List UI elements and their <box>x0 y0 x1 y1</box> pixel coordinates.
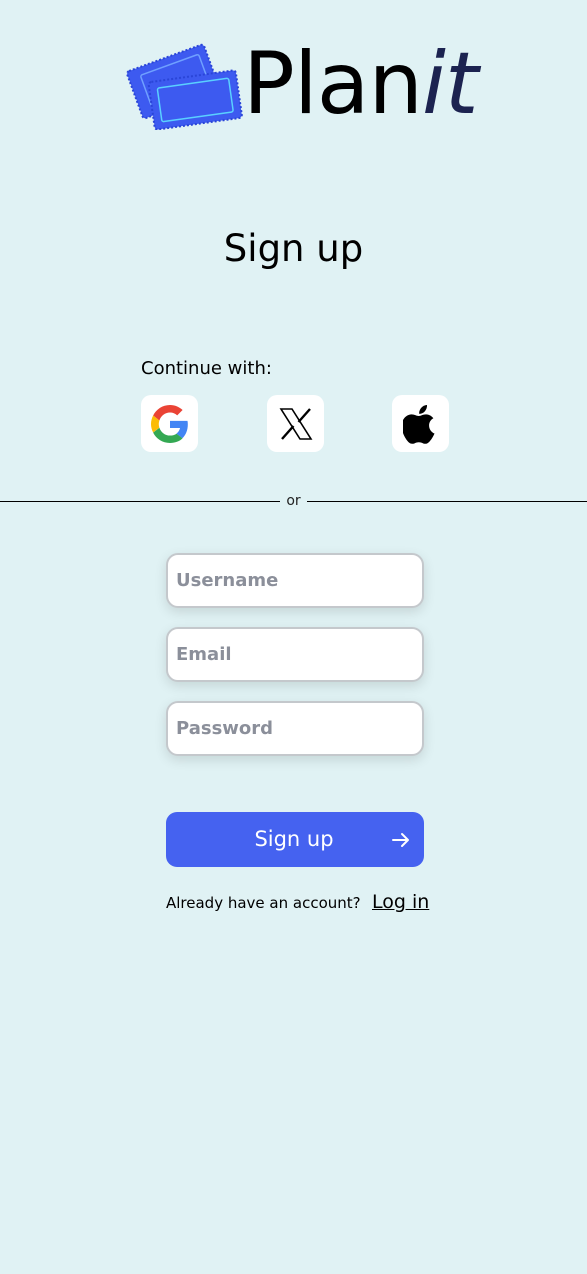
brand-name-prefix: Plan <box>243 34 423 134</box>
brand-name: Planit <box>243 38 479 130</box>
page-title: Sign up <box>223 227 364 270</box>
username-input[interactable] <box>166 553 424 608</box>
ticket-icon <box>126 43 243 130</box>
apple-signin-button[interactable] <box>392 395 449 452</box>
continue-with-label: Continue with: <box>141 358 272 379</box>
x-icon <box>279 407 312 440</box>
login-link[interactable]: Log in <box>372 890 429 914</box>
password-input[interactable] <box>166 701 424 756</box>
divider-or: or <box>0 492 587 510</box>
google-icon <box>150 404 188 443</box>
google-signin-button[interactable] <box>141 395 198 452</box>
brand-logo: Planit <box>125 38 479 133</box>
apple-icon <box>402 404 434 444</box>
signup-button-label: Sign up <box>254 827 334 851</box>
x-signin-button[interactable] <box>267 395 324 452</box>
signup-button[interactable]: Sign up <box>166 812 424 867</box>
have-account-text: Already have an account? <box>166 894 361 912</box>
divider-or-text: or <box>280 493 307 509</box>
arrow-right-icon <box>392 833 409 847</box>
email-input[interactable] <box>166 627 424 682</box>
brand-name-suffix: it <box>421 34 479 134</box>
